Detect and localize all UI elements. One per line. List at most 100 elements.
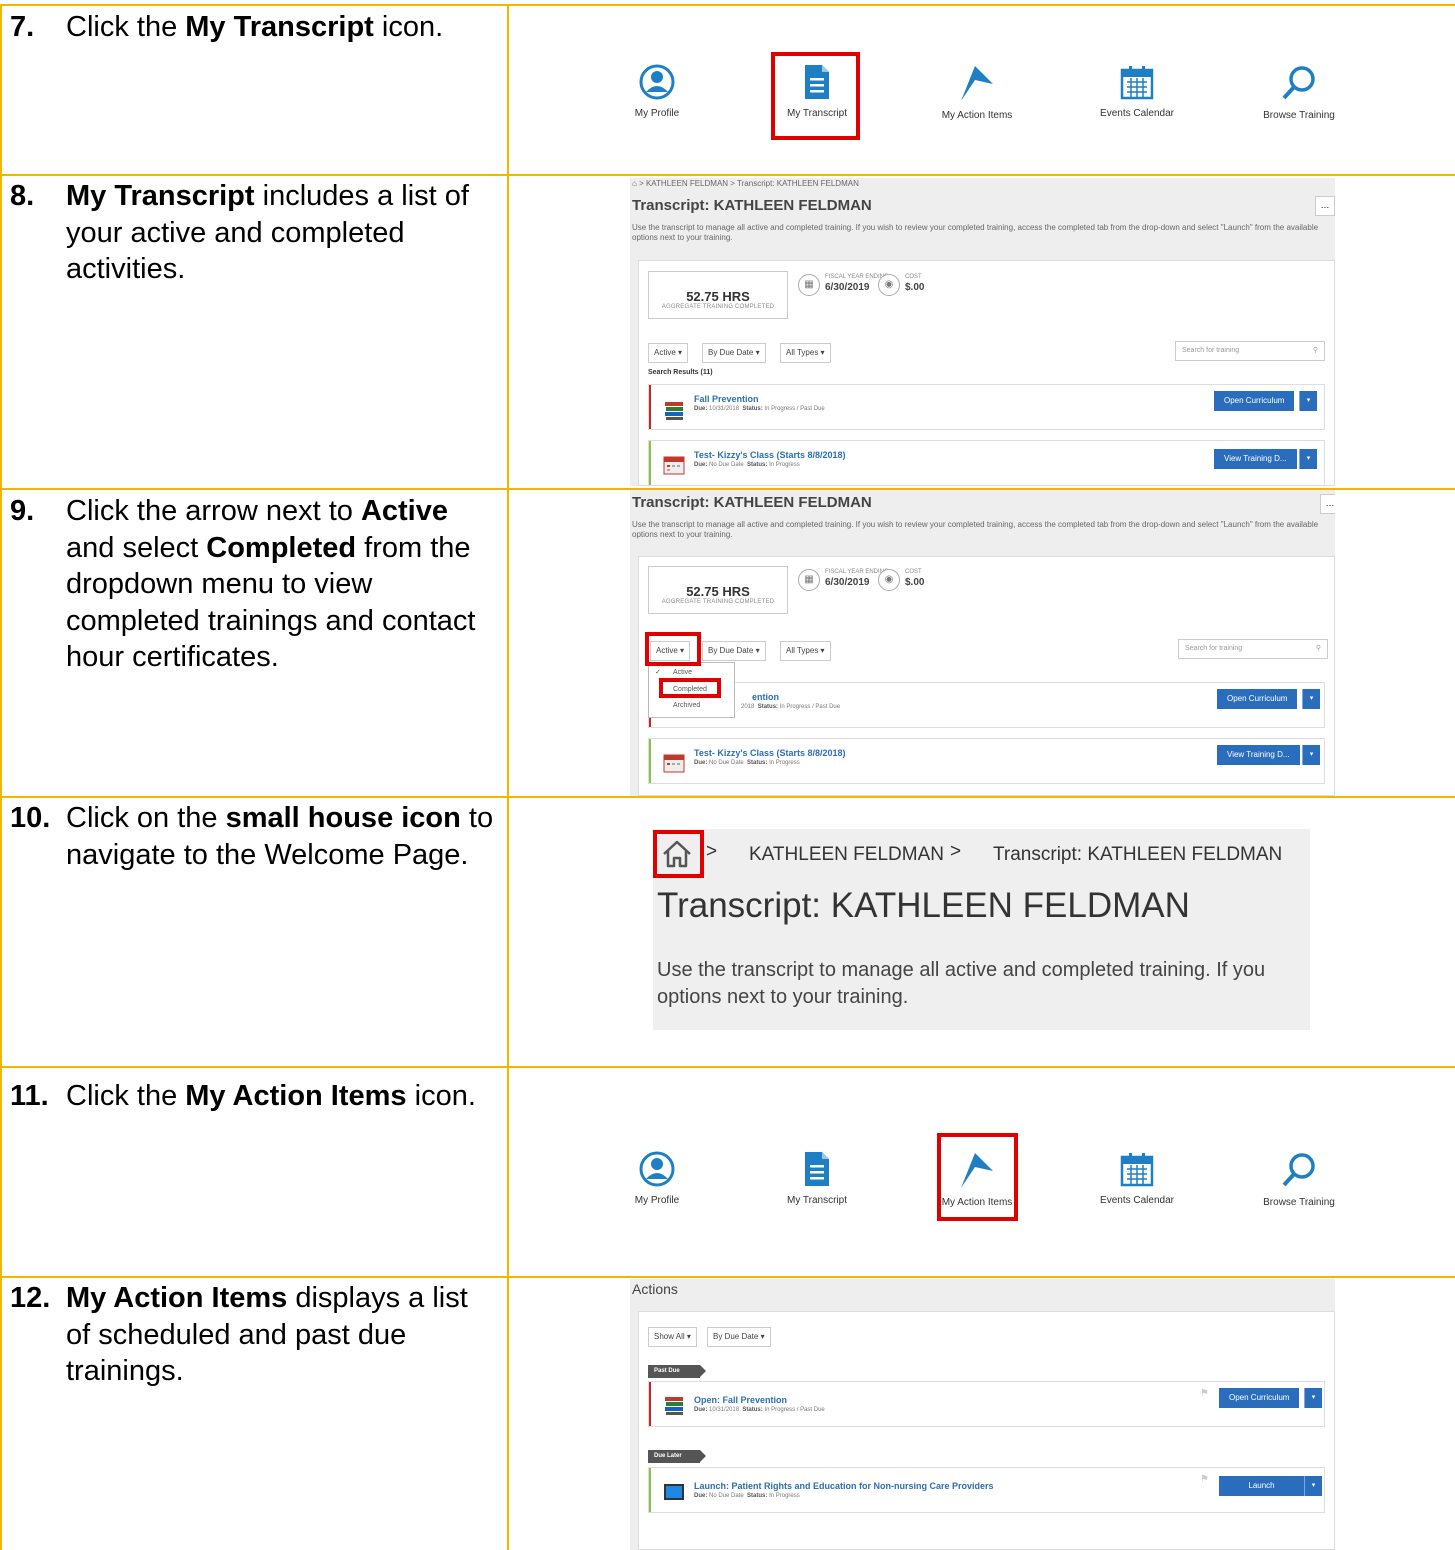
my-transcript-label: My Transcript [786, 1195, 847, 1206]
step-8: 8. My Transcript includes a list of your… [10, 180, 469, 285]
training-meta: Due: 10/31/2018 Status: In Progress / Pa… [694, 406, 825, 412]
step-7: 7. Click the My Transcript icon. [10, 9, 500, 46]
training-meta: 2018 Status: In Progress / Past Due [741, 704, 841, 710]
flag-icon[interactable]: ⚑ [1200, 1474, 1209, 1485]
step-10: 10. Click on the small house icon to nav… [10, 802, 494, 871]
action-row[interactable]: Open: Fall Prevention Due: 10/31/2018 St… [648, 1381, 1325, 1427]
my-transcript-tile[interactable]: My Transcript [747, 1151, 887, 1206]
action-title[interactable]: Open: Fall Prevention [694, 1395, 787, 1405]
step-number: 12. [10, 1282, 51, 1314]
view-training-button[interactable]: View Training D... [1214, 449, 1297, 469]
col-divider [0, 4, 2, 1550]
calendar-icon [1120, 1153, 1154, 1187]
action-row[interactable]: Launch: Patient Rights and Education for… [648, 1467, 1325, 1513]
calendar-icon: ▦ [798, 569, 820, 591]
books-icon [665, 402, 683, 420]
launch-button[interactable]: Launch [1219, 1476, 1304, 1496]
my-action-items-label: My Action Items [941, 110, 1013, 121]
status-filter[interactable]: Active ▾ [648, 343, 689, 363]
training-title[interactable]: Test- Kizzy's Class (Starts 8/8/2018) [694, 450, 846, 460]
home-icon[interactable]: ⌂ [632, 179, 637, 188]
dropdown-item-active[interactable]: Active [673, 669, 692, 676]
training-row[interactable]: Test- Kizzy's Class (Starts 8/8/2018) Du… [648, 738, 1325, 784]
past-due-band: Past Due [648, 1365, 706, 1378]
fiscal-value: 6/30/2019 [825, 282, 870, 293]
training-title[interactable]: Test- Kizzy's Class (Starts 8/8/2018) [694, 748, 846, 758]
hours-label: AGGREGATE TRAINING COMPLETED [661, 599, 775, 605]
step-number: 11. [10, 1080, 49, 1112]
tag-icon: ◉ [878, 274, 900, 296]
browse-training-label: Browse Training [1263, 1197, 1335, 1208]
hours-value: 52.75 HRS [686, 289, 750, 304]
my-profile-label: My Profile [634, 1195, 680, 1206]
chevron-down-icon[interactable]: ▾ [1299, 449, 1317, 469]
type-filter[interactable]: All Types ▾ [780, 641, 831, 661]
calendar-thumb-icon [663, 754, 685, 773]
chevron-down-icon[interactable]: ▾ [1302, 689, 1320, 709]
search-icon [1282, 66, 1315, 100]
open-curriculum-button[interactable]: Open Curriculum [1214, 391, 1295, 411]
date-filter[interactable]: By Due Date ▾ [702, 343, 766, 363]
date-filter[interactable]: By Due Date ▾ [702, 641, 766, 661]
training-title[interactable]: ention [752, 692, 779, 702]
search-input[interactable]: Search for training ⚲ [1175, 341, 1325, 361]
books-icon [665, 1397, 683, 1415]
my-action-items-tile[interactable]: My Action Items [907, 64, 1047, 121]
events-calendar-label: Events Calendar [1100, 1195, 1174, 1206]
fiscal-value: 6/30/2019 [825, 577, 870, 588]
chevron-down-icon[interactable]: ▾ [1302, 745, 1320, 765]
events-calendar-tile[interactable]: Events Calendar [1067, 64, 1207, 119]
training-title[interactable]: Fall Prevention [694, 394, 759, 404]
action-meta: Due: No Due Date Status: In Progress [694, 1493, 800, 1499]
step-number: 8. [10, 180, 35, 212]
training-row[interactable]: Fall Prevention Due: 10/31/2018 Status: … [648, 384, 1325, 430]
step-number: 9. [10, 495, 35, 527]
my-profile-tile[interactable]: My Profile [587, 64, 727, 119]
page-title: Transcript: KATHLEEN FELDMAN [632, 197, 872, 214]
type-filter[interactable]: All Types ▾ [780, 343, 831, 363]
open-curriculum-button[interactable]: Open Curriculum [1217, 689, 1298, 709]
breadcrumb-user[interactable]: KATHLEEN FELDMAN [749, 844, 944, 866]
action-title[interactable]: Launch: Patient Rights and Education for… [694, 1481, 994, 1491]
col-divider [507, 4, 509, 1550]
cost-value: $.00 [905, 282, 925, 293]
flag-icon[interactable]: ⚑ [1200, 1388, 1209, 1399]
step-12: 12. My Action Items displays a list of s… [10, 1282, 468, 1387]
view-training-button[interactable]: View Training D... [1217, 745, 1300, 765]
my-profile-label: My Profile [634, 108, 680, 119]
browse-training-tile[interactable]: Browse Training [1229, 64, 1369, 121]
action-meta: Due: 10/31/2018 Status: In Progress / Pa… [694, 1407, 825, 1413]
show-filter[interactable]: Show All ▾ [648, 1327, 697, 1347]
dropdown-item-archived[interactable]: Archived [673, 702, 700, 709]
more-options-button[interactable]: … [1315, 196, 1335, 216]
open-curriculum-button[interactable]: Open Curriculum [1219, 1388, 1300, 1408]
training-meta: Due: No Due Date Status: In Progress [694, 760, 800, 766]
calendar-icon: ▦ [798, 274, 820, 296]
highlight-box [645, 632, 701, 666]
chevron-down-icon[interactable]: ▾ [1304, 1476, 1322, 1496]
browse-training-tile[interactable]: Browse Training [1229, 1151, 1369, 1208]
events-calendar-tile[interactable]: Events Calendar [1067, 1151, 1207, 1206]
cost-value: $.00 [905, 577, 925, 588]
chevron-down-icon[interactable]: ▾ [1304, 1388, 1322, 1408]
training-row[interactable]: Test- Kizzy's Class (Starts 8/8/2018) Du… [648, 440, 1325, 486]
training-row[interactable]: ention 2018 Status: In Progress / Past D… [648, 682, 1325, 728]
row-divider [0, 174, 1455, 176]
profile-icon [639, 1151, 675, 1187]
step-9: 9. Click the arrow next to Active and se… [10, 495, 476, 673]
search-icon: ⚲ [1312, 347, 1318, 354]
step-11: 11. Click the My Action Items icon. [10, 1078, 500, 1115]
actions-screenshot: Actions Show All ▾ By Due Date ▾ Past Du… [630, 1279, 1335, 1550]
more-options-button[interactable]: … [1320, 494, 1335, 514]
search-input[interactable]: Search for training ⚲ [1178, 639, 1328, 659]
results-count: Search Results (11) [648, 369, 713, 376]
breadcrumb-user[interactable]: KATHLEEN FELDMAN [646, 179, 728, 188]
row-divider [0, 1276, 1455, 1278]
chevron-right-icon: > [950, 841, 962, 862]
step-number: 10. [10, 802, 51, 834]
date-filter[interactable]: By Due Date ▾ [707, 1327, 771, 1347]
page-title-zoomed: Transcript: KATHLEEN FELDMAN [657, 886, 1190, 925]
my-profile-tile[interactable]: My Profile [587, 1151, 727, 1206]
chevron-down-icon[interactable]: ▾ [1299, 391, 1317, 411]
calendar-thumb-icon [663, 456, 685, 475]
